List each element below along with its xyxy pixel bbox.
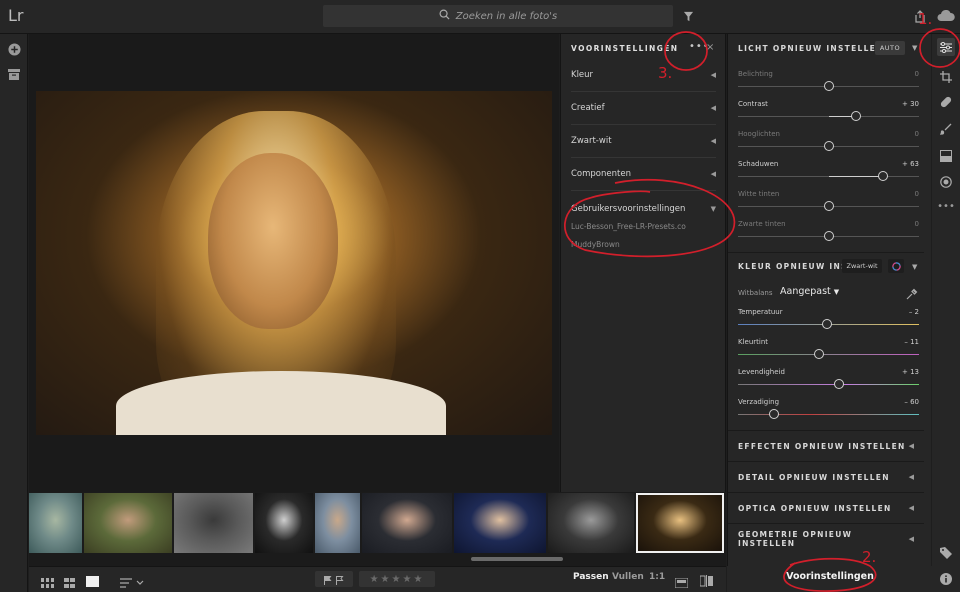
annotation-2: 2.	[862, 548, 877, 566]
red-annotations	[564, 28, 960, 592]
annotation-3: 3.	[658, 64, 673, 82]
annotation-1: 1.	[918, 10, 933, 28]
